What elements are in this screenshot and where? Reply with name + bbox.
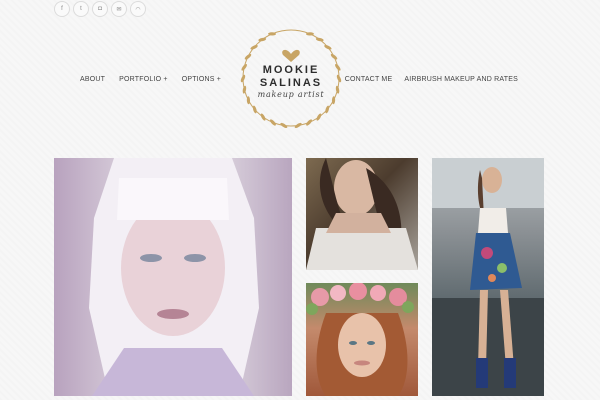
laurel-leaf [244,53,252,60]
site-logo[interactable]: MOOKIE SALINAS makeup artist [236,24,346,134]
photo-strapless-gown[interactable] [306,158,418,270]
nav-airbrush-rates[interactable]: AIRBRUSH MAKEUP AND RATES [404,76,518,83]
photo-white-bob-portrait[interactable] [54,158,292,396]
logo-name-first: MOOKIE [262,64,320,76]
logo-subtitle: makeup artist [257,90,325,99]
nav-right: CONTACT ME AIRBRUSH MAKEUP AND RATES [345,76,518,83]
facebook-icon[interactable]: f [54,1,70,17]
instagram-icon[interactable]: ◘ [92,1,108,17]
email-icon[interactable]: ✉ [111,1,127,17]
nav-portfolio[interactable]: PORTFOLIO + [119,76,168,83]
laurel-leaf [270,119,276,126]
laurel-leaf [260,113,266,121]
laurel-leaf [324,45,332,50]
laurel-leaf [250,45,258,50]
social-links: f t ◘ ✉ ◠ [54,1,148,17]
nav-left: ABOUT PORTFOLIO + OPTIONS + [80,76,221,83]
photo-floral-dress-boots[interactable] [432,158,544,396]
rss-icon[interactable]: ◠ [130,1,146,17]
photo-flower-crown[interactable] [306,283,418,396]
nav-about[interactable]: ABOUT [80,76,105,83]
laurel-leaf [316,113,322,121]
heart-icon [282,49,300,62]
laurel-leaf [330,53,338,60]
nav-options[interactable]: OPTIONS + [182,76,221,83]
twitter-icon[interactable]: t [73,1,89,17]
nav-contact[interactable]: CONTACT ME [345,76,393,83]
laurel-leaf [306,119,312,126]
logo-name-last: SALINAS [259,77,323,89]
